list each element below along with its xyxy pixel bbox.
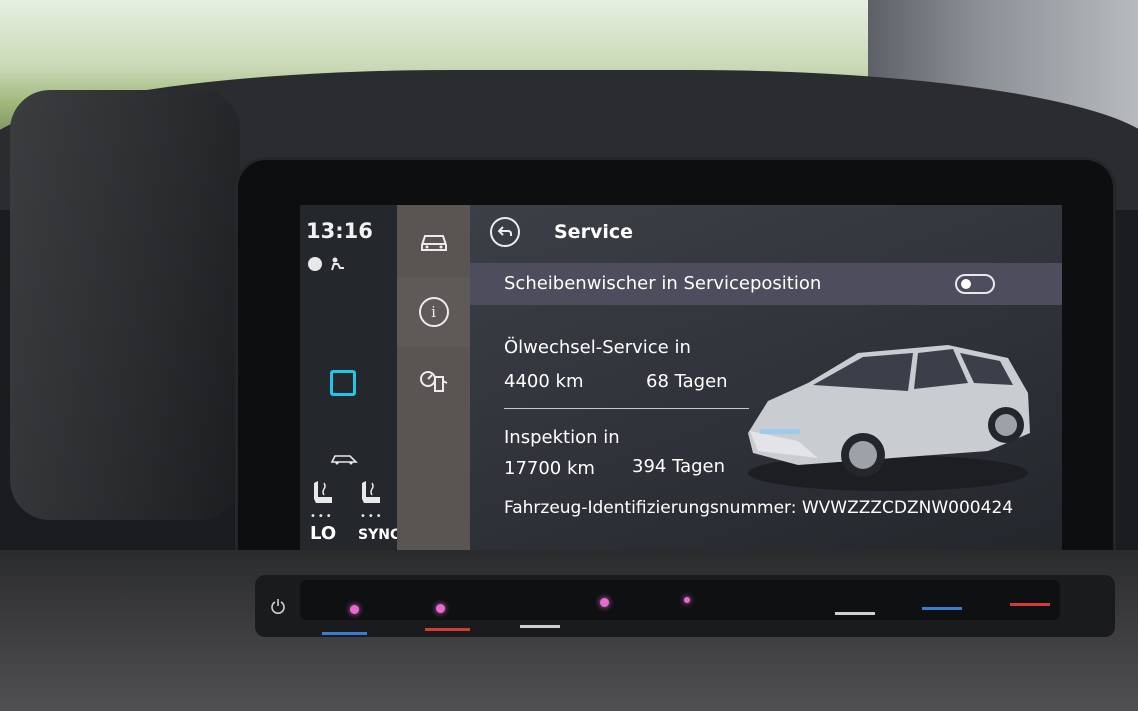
sync-button[interactable]: SYNC xyxy=(358,527,400,543)
glass-reflection xyxy=(10,90,240,520)
menu-item-vehicle[interactable] xyxy=(397,207,470,277)
info-icon: i xyxy=(418,297,449,327)
stripe-blue xyxy=(322,632,367,635)
photo-scene: 13:16 ••• ••• LO SYNC i Service Scheiben… xyxy=(0,0,1138,711)
globe-icon xyxy=(308,257,322,271)
inspection-title: Inspektion in xyxy=(504,427,620,448)
stripe-red xyxy=(425,628,470,631)
side-menu: i xyxy=(397,205,470,555)
person-icon xyxy=(331,257,344,271)
stripe-blue xyxy=(922,607,962,610)
wiper-service-toggle[interactable] xyxy=(955,274,995,294)
power-icon[interactable] xyxy=(270,598,286,614)
section-divider xyxy=(504,408,749,409)
menu-item-info[interactable]: i xyxy=(397,277,470,347)
status-column: 13:16 ••• ••• LO SYNC xyxy=(300,205,400,555)
seat-heating-right-icon[interactable] xyxy=(358,479,384,507)
temperature-lo-label[interactable]: LO xyxy=(310,523,336,544)
stripe-white xyxy=(520,625,560,628)
vehicle-illustration xyxy=(748,345,1030,491)
touch-slider-strip[interactable] xyxy=(300,580,1060,620)
inspection-days: 394 Tagen xyxy=(632,456,726,477)
wiper-service-label: Scheibenwischer in Serviceposition xyxy=(504,273,822,294)
menu-item-service[interactable] xyxy=(397,347,470,417)
panel-header: Service xyxy=(470,205,1062,263)
back-button[interactable] xyxy=(490,217,520,247)
stripe-white xyxy=(835,612,875,615)
car-icon xyxy=(420,235,447,251)
toggle-knob xyxy=(961,279,971,289)
vin-text: Fahrzeug-Identifizierungsnummer: WVWZZZC… xyxy=(504,498,1014,518)
seat-heating-left-icon[interactable] xyxy=(310,479,336,507)
oil-service-distance: 4400 km xyxy=(504,371,584,392)
stripe-red xyxy=(1010,603,1050,606)
oil-service-title: Ölwechsel-Service in xyxy=(504,337,691,358)
led-indicator xyxy=(600,598,609,607)
car-recirculation-icon[interactable] xyxy=(330,453,358,465)
fuel-service-icon xyxy=(419,371,447,392)
climate-button[interactable] xyxy=(330,370,356,396)
led-indicator xyxy=(350,605,359,614)
service-panel: Service Scheibenwischer in Servicepositi… xyxy=(470,205,1062,555)
oil-service-days: 68 Tagen xyxy=(646,371,728,392)
inspection-distance: 17700 km xyxy=(504,458,595,479)
seat-level-dots-right: ••• xyxy=(360,511,384,522)
clock: 13:16 xyxy=(306,219,373,243)
page-title: Service xyxy=(554,221,633,243)
led-indicator xyxy=(436,604,445,613)
seat-level-dots-left: ••• xyxy=(310,511,334,522)
led-indicator xyxy=(684,597,690,603)
wiper-service-row[interactable]: Scheibenwischer in Serviceposition xyxy=(470,263,1062,305)
back-arrow-icon xyxy=(497,226,512,236)
status-icons xyxy=(308,257,346,271)
infotainment-screen: 13:16 ••• ••• LO SYNC i Service Scheiben… xyxy=(300,205,1062,555)
